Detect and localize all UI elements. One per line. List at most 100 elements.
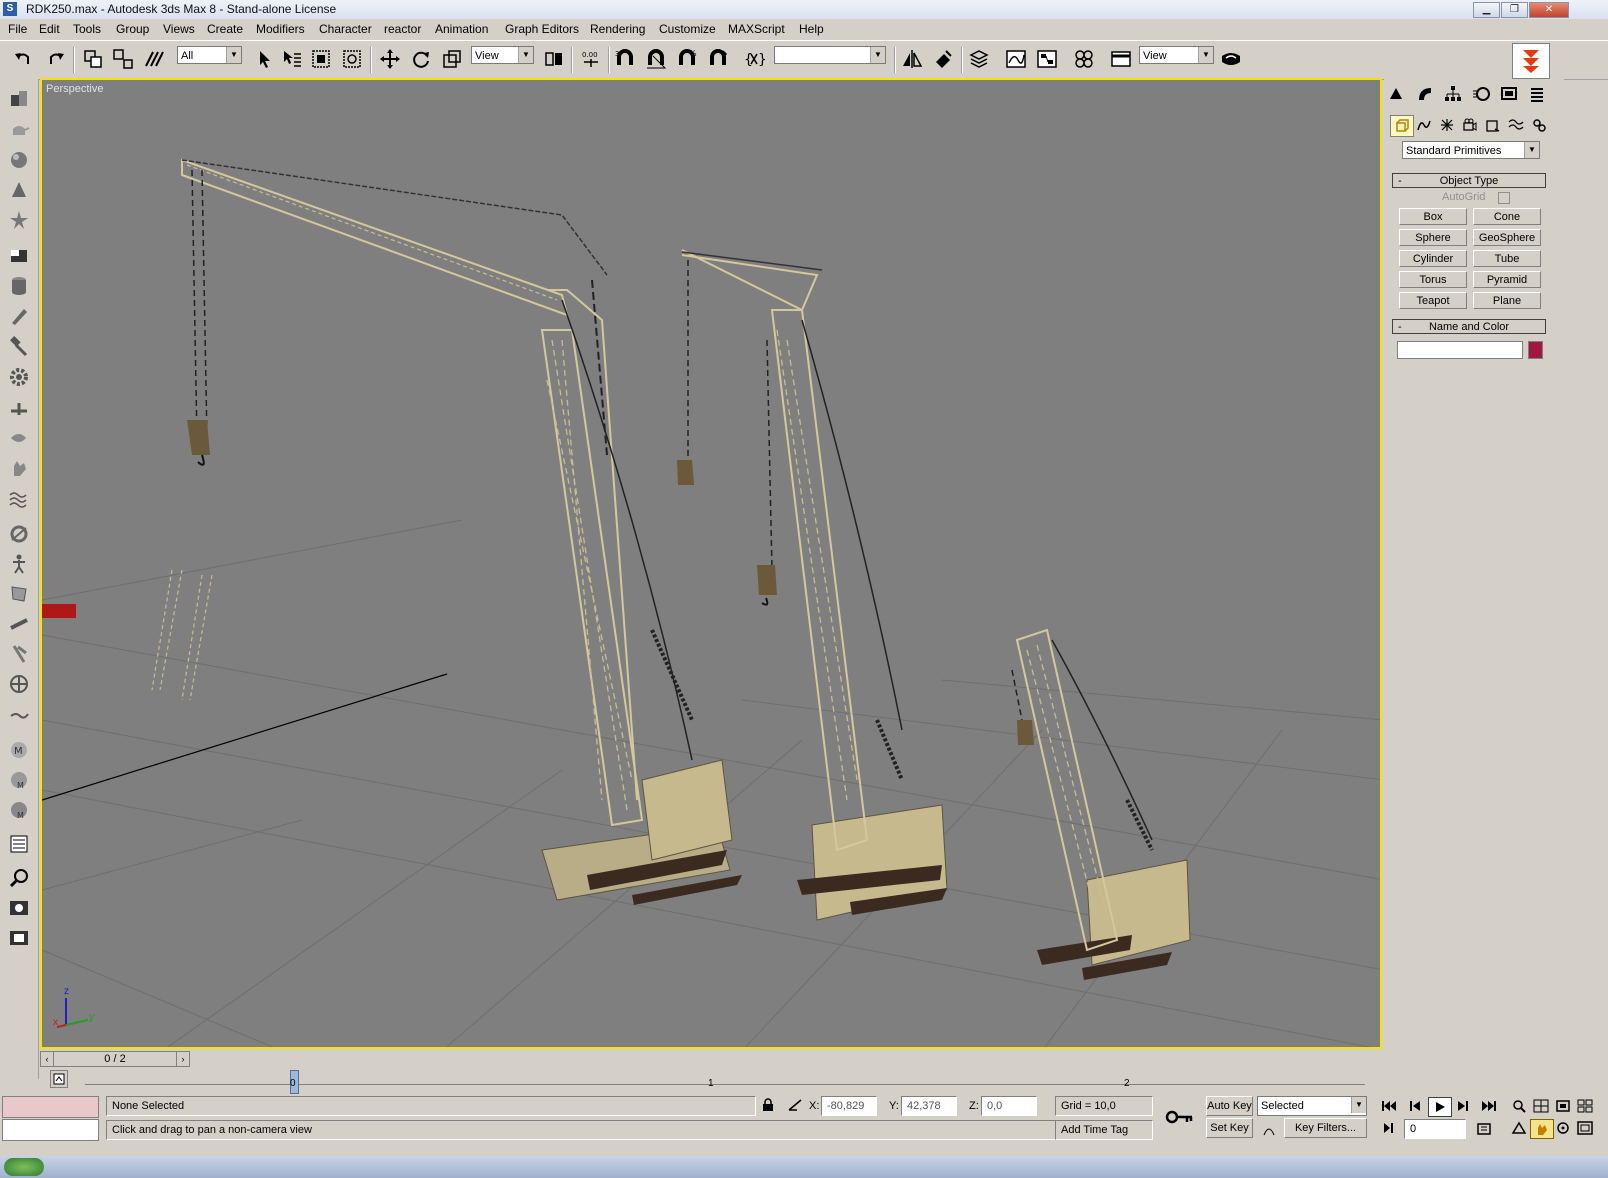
set-key-button[interactable]: Set Key xyxy=(1206,1118,1253,1138)
lt-rope-btn[interactable] xyxy=(6,521,32,547)
named-selection-sets-dropdown[interactable]: ▼ xyxy=(774,46,886,64)
maximize-viewport-toggle[interactable] xyxy=(1574,1119,1596,1137)
menu-modifiers[interactable]: Modifiers xyxy=(256,22,305,36)
helpers-category[interactable] xyxy=(1482,115,1504,135)
object-category-dropdown[interactable]: Standard Primitives ▼ xyxy=(1402,141,1540,159)
mirror-button[interactable] xyxy=(899,46,925,72)
lt-mtoy-btn[interactable]: M xyxy=(6,737,32,763)
extras-toolbar-button[interactable] xyxy=(1512,43,1550,79)
frame-counter[interactable]: 0 / 2 xyxy=(53,1051,177,1067)
lt-wind-btn[interactable] xyxy=(6,701,32,727)
cameras-category[interactable] xyxy=(1459,115,1481,135)
material-editor-button[interactable] xyxy=(1071,46,1097,72)
sphere-button[interactable]: Sphere xyxy=(1399,229,1467,246)
redo-button[interactable] xyxy=(43,46,69,72)
create-tab[interactable] xyxy=(1384,83,1408,105)
teapot-button[interactable]: Teapot xyxy=(1399,292,1467,309)
y-coord-field[interactable]: 42,378 xyxy=(901,1096,957,1116)
hierarchy-tab[interactable] xyxy=(1441,83,1465,105)
menu-help[interactable]: Help xyxy=(799,22,824,36)
menu-character[interactable]: Character xyxy=(319,22,372,36)
geosphere-button[interactable]: GeoSphere xyxy=(1473,229,1541,246)
select-rotate-button[interactable] xyxy=(408,46,434,72)
lt-box-btn[interactable] xyxy=(6,243,32,269)
lt-create-animation-btn[interactable] xyxy=(6,925,32,951)
lt-cone-btn[interactable] xyxy=(6,177,32,203)
lt-analyze-btn[interactable] xyxy=(6,865,32,891)
mini-curve-editor-button[interactable] xyxy=(50,1070,68,1088)
motion-tab[interactable] xyxy=(1469,83,1493,105)
select-manipulate-button[interactable]: 0.00 xyxy=(578,46,604,72)
set-key-big-button[interactable] xyxy=(1160,1100,1200,1134)
field-of-view-button[interactable] xyxy=(1508,1119,1530,1137)
select-scale-button[interactable] xyxy=(439,46,465,72)
zoom-extents-all-button[interactable] xyxy=(1574,1097,1596,1115)
display-tab[interactable] xyxy=(1497,83,1521,105)
spinner-snap-button[interactable] xyxy=(705,46,731,72)
maxscript-listener-mini[interactable] xyxy=(2,1096,99,1118)
selection-filter-dropdown[interactable]: All ▼ xyxy=(177,46,242,64)
layer-manager-button[interactable] xyxy=(966,46,992,72)
snap-toggle-button[interactable]: 3 xyxy=(612,46,638,72)
lt-bone-btn[interactable] xyxy=(6,395,32,421)
menu-rendering[interactable]: Rendering xyxy=(590,22,645,36)
rect-selection-region-button[interactable] xyxy=(308,46,334,72)
object-color-swatch[interactable] xyxy=(1528,341,1543,359)
menu-animation[interactable]: Animation xyxy=(435,22,488,36)
pyramid-button[interactable]: Pyramid xyxy=(1473,271,1541,288)
modify-tab[interactable] xyxy=(1413,83,1437,105)
menu-maxscript[interactable]: MAXScript xyxy=(728,22,785,36)
menu-tools[interactable]: Tools xyxy=(73,22,101,36)
geometry-category[interactable] xyxy=(1390,115,1414,137)
select-move-button[interactable] xyxy=(377,46,403,72)
play-button[interactable] xyxy=(1428,1097,1452,1117)
shapes-category[interactable] xyxy=(1413,115,1435,135)
current-frame-field[interactable]: 0 xyxy=(1404,1119,1466,1139)
auto-key-button[interactable]: Auto Key xyxy=(1206,1096,1253,1116)
close-button[interactable]: ✕ xyxy=(1529,2,1569,18)
lt-water-btn[interactable]: M xyxy=(6,797,32,823)
plane-button[interactable]: Plane xyxy=(1473,292,1541,309)
align-button[interactable] xyxy=(930,46,956,72)
space-warps-category[interactable] xyxy=(1505,115,1527,135)
lt-properties-btn[interactable] xyxy=(6,831,32,857)
menu-reactor[interactable]: reactor xyxy=(384,22,421,36)
absolute-offset-toggle[interactable] xyxy=(787,1098,803,1112)
lt-gear-btn[interactable] xyxy=(6,364,32,390)
time-configuration-button[interactable] xyxy=(1473,1120,1495,1138)
lt-figure-btn[interactable] xyxy=(6,551,32,577)
reference-coordinate-system-dropdown[interactable]: View ▼ xyxy=(471,46,534,64)
object-name-field[interactable] xyxy=(1397,341,1523,359)
autogrid-checkbox[interactable] xyxy=(1498,192,1510,204)
lt-hand-btn[interactable] xyxy=(6,455,32,481)
maxscript-input-mini[interactable] xyxy=(2,1119,99,1141)
edit-named-selection-sets-button[interactable]: {} xyxy=(741,46,767,72)
arc-rotate-button[interactable] xyxy=(1552,1119,1574,1137)
systems-category[interactable] xyxy=(1528,115,1550,135)
bind-space-warp-button[interactable] xyxy=(141,46,167,72)
zoom-all-button[interactable] xyxy=(1530,1097,1552,1115)
timeline-ruler[interactable]: 0 1 2 xyxy=(40,1068,1382,1094)
window-crossing-button[interactable] xyxy=(339,46,365,72)
lt-wave-btn[interactable] xyxy=(6,485,32,511)
add-time-tag[interactable]: Add Time Tag xyxy=(1055,1120,1153,1140)
lights-category[interactable] xyxy=(1436,115,1458,135)
menu-customize[interactable]: Customize xyxy=(659,22,716,36)
menu-group[interactable]: Group xyxy=(116,22,149,36)
utilities-tab[interactable] xyxy=(1525,83,1549,105)
select-and-link-button[interactable] xyxy=(80,46,106,72)
x-coord-field[interactable]: -80,829 xyxy=(821,1096,877,1116)
menu-graph-editors[interactable]: Graph Editors xyxy=(505,22,579,36)
object-type-rollout[interactable]: - Object Type xyxy=(1392,173,1546,188)
goto-start-button[interactable] xyxy=(1378,1097,1400,1115)
box-button[interactable]: Box xyxy=(1399,208,1467,225)
lt-create-icon-btn[interactable] xyxy=(6,85,32,111)
zoom-extents-button[interactable] xyxy=(1552,1097,1574,1115)
cone-button[interactable]: Cone xyxy=(1473,208,1541,225)
start-button[interactable] xyxy=(4,1158,44,1176)
viewport-label[interactable]: Perspective xyxy=(46,83,103,95)
next-frame-button[interactable] xyxy=(1453,1097,1475,1115)
menu-views[interactable]: Views xyxy=(163,22,195,36)
lt-preview-btn[interactable] xyxy=(6,895,32,921)
lt-pencil-btn[interactable] xyxy=(6,303,32,329)
